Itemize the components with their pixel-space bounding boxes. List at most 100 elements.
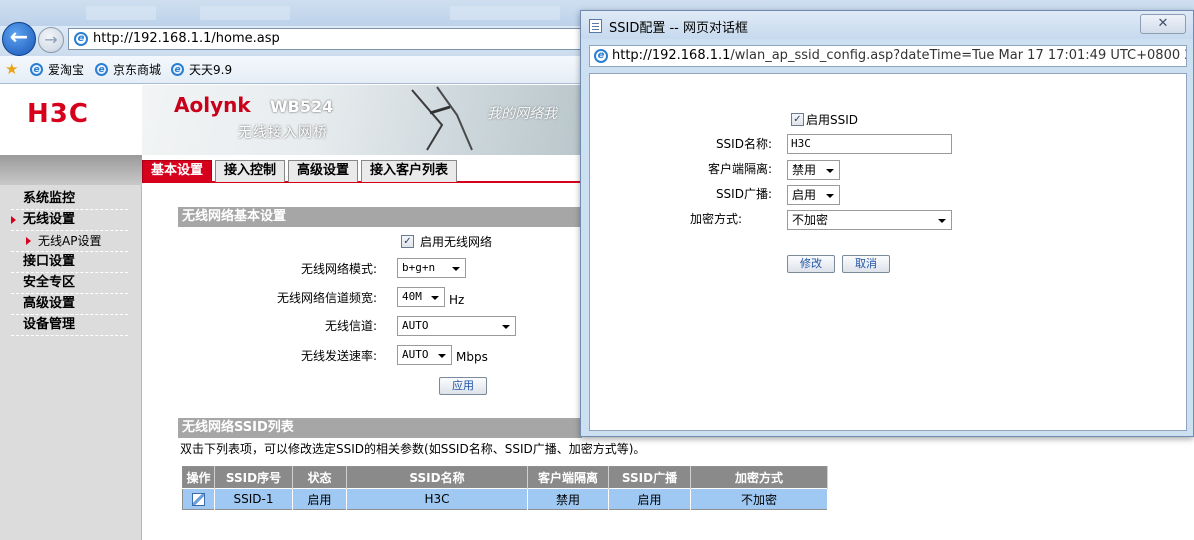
mode-label: 无线网络模式: [300,262,377,276]
sidebar-item-label: 无线设置 [23,212,76,227]
ssid-broadcast-cell: 启用 [608,488,691,510]
ssid-name-input[interactable]: H3C [787,134,952,154]
channel-select[interactable]: AUTO [397,316,516,336]
favorite-link-tiantian[interactable]: e 天天9.9 [171,62,232,78]
modify-button[interactable]: 修改 [787,255,835,273]
tab-client-list[interactable]: 接入客户列表 [361,160,457,182]
h3c-logo: H3C [27,99,89,129]
enable-wireless-checkbox[interactable]: ✓ [401,235,414,248]
sidebar-item-interface[interactable]: 接口设置 [11,252,128,273]
favorite-link-jd[interactable]: e 京东商城 [95,62,161,78]
isolation-select[interactable]: 禁用 [787,160,840,180]
sidebar-item-system-monitor[interactable]: 系统监控 [11,189,128,210]
sidebar-item-advanced[interactable]: 高级设置 [11,294,128,315]
dialog-title-bar[interactable]: SSID配置 -- 网页对话框 ✕ [581,11,1193,39]
network-cable-decoration [411,86,473,151]
sidebar-item-label: 系统监控 [23,191,76,206]
sidebar-item-label: 无线AP设置 [38,234,102,248]
enable-ssid-label: 启用SSID [806,113,859,127]
url-path: /home.asp [211,31,280,46]
dialog-body: ✓ 启用SSID SSID名称: H3C 客户端隔离: 禁用 SSID广播: 启… [589,73,1187,431]
dialog-page-icon [589,19,602,33]
background-tab[interactable] [200,6,290,20]
edit-cell[interactable] [182,488,215,510]
logo-area: H3C [0,85,142,155]
dialog-url-path: /wlan_ap_ssid_config.asp?dateTime=Tue Ma… [730,48,1187,63]
table-row[interactable]: SSID-1 启用 H3C 禁用 启用 不加密 [182,488,828,510]
favorites-star-icon[interactable]: ★ [5,62,18,77]
cancel-button[interactable]: 取消 [842,255,890,273]
ie-page-icon: e [74,32,88,46]
ie-page-icon: e [171,63,184,76]
ssid-list-description: 双击下列表项，可以修改选定SSID的相关参数(如SSID名称、SSID广播、加密… [180,442,646,456]
column-header: SSID广播 [608,466,691,489]
chevron-down-icon [438,354,446,358]
favorite-link-aitaobao[interactable]: e 爱淘宝 [30,62,84,78]
chevron-down-icon [826,169,834,173]
rate-value: AUTO [402,348,429,361]
tab-advanced-settings[interactable]: 高级设置 [288,160,358,182]
tab-access-control[interactable]: 接入控制 [215,160,285,182]
sidebar-item-label: 安全专区 [23,275,76,290]
column-header: 操作 [182,466,215,489]
bandwidth-label: 无线网络信道频宽: [276,291,377,305]
background-tab[interactable] [86,6,156,20]
rate-unit: Mbps [456,350,488,364]
channel-value: AUTO [402,319,429,332]
rate-select[interactable]: AUTO [397,345,452,365]
sidebar-item-security[interactable]: 安全专区 [11,273,128,294]
settings-tabs: 基本设置 接入控制 高级设置 接入客户列表 [142,159,582,183]
close-icon: ✕ [1157,16,1169,31]
column-header: 客户端隔离 [527,466,609,489]
chevron-down-icon [502,325,510,329]
product-subtitle: 无线接入网桥 [238,125,328,141]
back-arrow-icon: ← [9,25,29,50]
ie-page-icon: e [594,49,608,63]
sidebar-item-label: 高级设置 [23,296,76,311]
dialog-url-field: e http://192.168.1.1/wlan_ap_ssid_config… [589,45,1187,67]
enable-ssid-checkbox[interactable]: ✓ [791,113,804,126]
ssid-isolation-cell: 禁用 [527,488,609,510]
ie-page-icon: e [95,63,108,76]
broadcast-select[interactable]: 启用 [787,185,840,205]
bandwidth-select[interactable]: 40M [397,287,445,307]
ie-page-icon: e [30,63,43,76]
favorite-label: 京东商城 [113,63,162,77]
chevron-down-icon [826,194,834,198]
product-banner: Aolynk WB524 无线接入网桥 我的网络我 [142,85,582,155]
encryption-value: 不加密 [792,213,829,227]
basic-settings-heading: 无线网络基本设置 [178,207,582,227]
ssid-encryption-cell: 不加密 [690,488,828,510]
column-header: 状态 [292,466,347,489]
bandwidth-value: 40M [402,290,422,303]
forward-button[interactable]: → [38,27,64,53]
back-button[interactable]: ← [2,22,36,56]
apply-button[interactable]: 应用 [439,377,487,395]
tab-basic-settings[interactable]: 基本设置 [142,160,212,182]
column-header: SSID名称 [346,466,528,489]
sidebar-item-label: 设备管理 [23,317,76,332]
edit-icon[interactable] [192,493,205,506]
dialog-close-button[interactable]: ✕ [1140,14,1186,34]
url-input[interactable]: e http://192.168.1.1/home.asp [68,28,588,50]
ssid-table: 操作 SSID序号 状态 SSID名称 客户端隔离 SSID广播 加密方式 SS… [182,466,828,510]
sidebar-item-device-manage[interactable]: 设备管理 [11,315,128,336]
broadcast-label: SSID广播: [715,187,772,201]
rate-label: 无线发送速率: [300,349,377,363]
bandwidth-unit: Hz [449,293,465,307]
background-tab[interactable] [450,6,560,20]
table-header-row: 操作 SSID序号 状态 SSID名称 客户端隔离 SSID广播 加密方式 [182,466,828,489]
favorite-label: 天天9.9 [189,63,233,77]
mode-select[interactable]: b+g+n [397,258,466,278]
sidebar-band [0,155,142,185]
encryption-select[interactable]: 不加密 [787,210,952,230]
sidebar-subitem-wireless-ap[interactable]: 无线AP设置 [11,231,128,252]
brand-name: Aolynk [174,93,251,117]
mode-value: b+g+n [402,261,436,274]
ssid-list-heading: 无线网络SSID列表 [178,418,582,438]
chevron-down-icon [431,296,439,300]
isolation-value: 禁用 [792,163,817,177]
sidebar-item-wireless[interactable]: 无线设置 [11,210,128,231]
chevron-down-icon [938,219,946,223]
ssid-config-dialog: SSID配置 -- 网页对话框 ✕ e http://192.168.1.1/w… [580,10,1194,437]
